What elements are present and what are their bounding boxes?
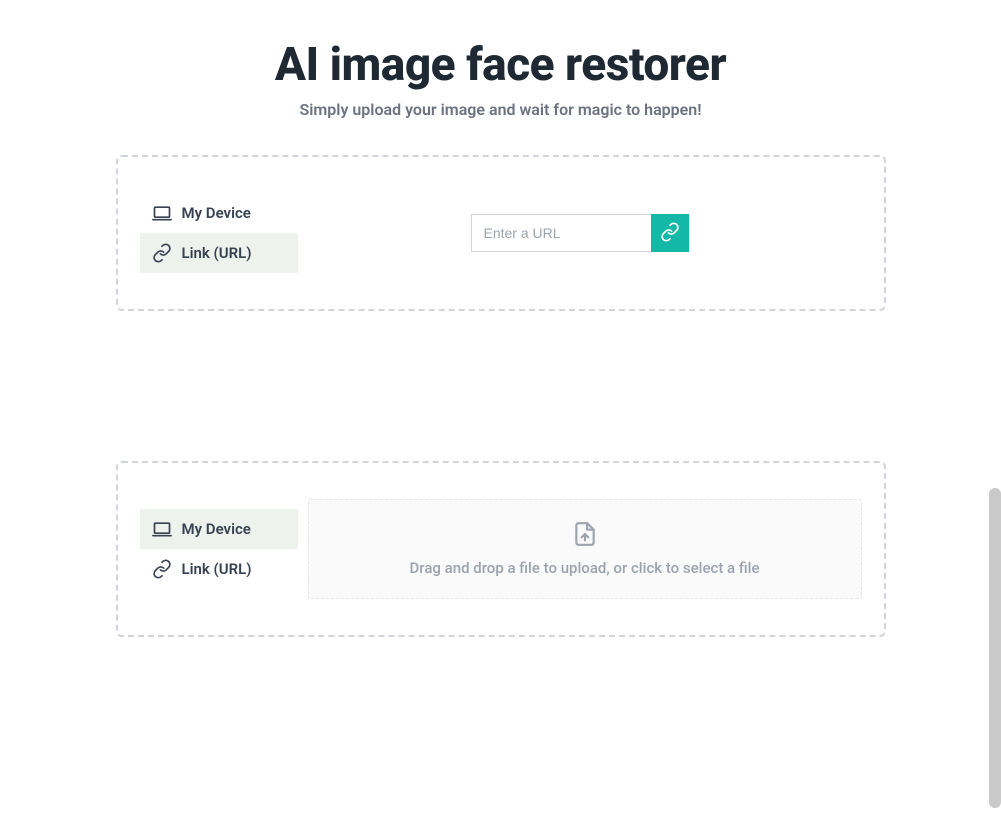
- link-icon: [152, 243, 172, 263]
- link-icon: [152, 559, 172, 579]
- tab-label: My Device: [182, 204, 251, 222]
- source-tabs: My Device Link (URL): [140, 509, 298, 589]
- tab-my-device[interactable]: My Device: [140, 509, 298, 549]
- tab-label: My Device: [182, 520, 251, 538]
- tab-my-device[interactable]: My Device: [140, 193, 298, 233]
- upload-file-icon: [572, 521, 598, 551]
- page-title: AI image face restorer: [0, 38, 1001, 92]
- url-input[interactable]: [471, 214, 651, 252]
- url-content: [298, 214, 862, 252]
- page-subtitle: Simply upload your image and wait for ma…: [0, 100, 1001, 119]
- tab-label: Link (URL): [182, 560, 252, 578]
- tab-link-url[interactable]: Link (URL): [140, 233, 298, 273]
- dropzone-text: Drag and drop a file to upload, or click…: [409, 559, 759, 577]
- link-icon: [660, 222, 680, 245]
- scrollbar-thumb[interactable]: [989, 488, 1001, 808]
- upload-panel-url: My Device Link (URL): [116, 155, 886, 311]
- upload-panel-device: My Device Link (URL) Drag and drop a fil…: [116, 461, 886, 637]
- source-tabs: My Device Link (URL): [140, 193, 298, 273]
- file-dropzone[interactable]: Drag and drop a file to upload, or click…: [308, 499, 862, 599]
- url-submit-button[interactable]: [651, 214, 689, 252]
- tab-link-url[interactable]: Link (URL): [140, 549, 298, 589]
- device-icon: [152, 519, 172, 539]
- device-icon: [152, 203, 172, 223]
- tab-label: Link (URL): [182, 244, 252, 262]
- url-input-group: [471, 214, 689, 252]
